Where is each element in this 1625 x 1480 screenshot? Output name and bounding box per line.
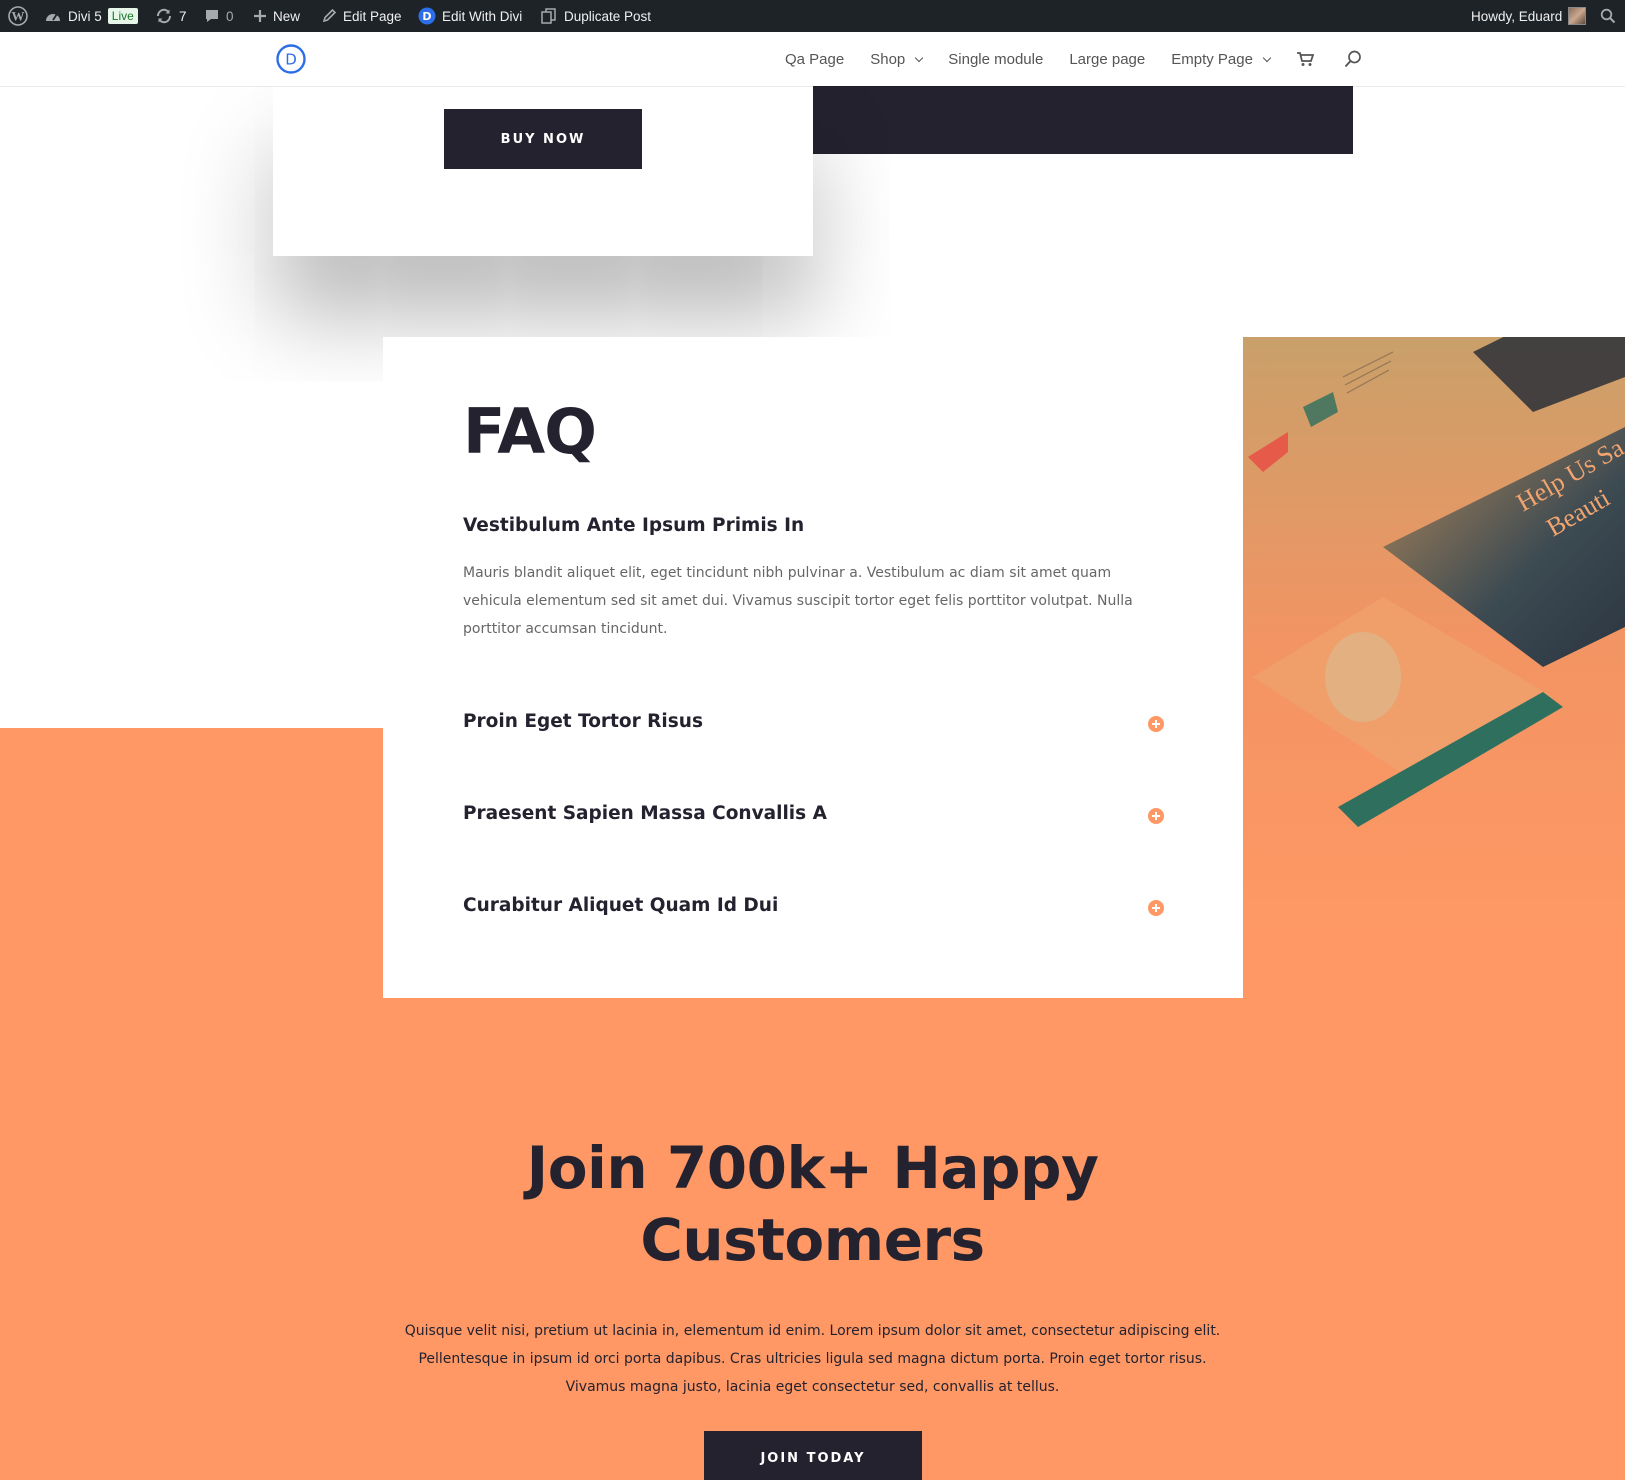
logo-letter: D xyxy=(285,51,297,69)
nav-item-empty-page[interactable]: Empty Page xyxy=(1171,50,1272,68)
cart-icon[interactable] xyxy=(1296,51,1314,67)
edit-page-link[interactable]: Edit Page xyxy=(321,0,402,32)
nav-item-shop[interactable]: Shop xyxy=(870,50,924,68)
site-header: D Qa Page Shop Single module Large page … xyxy=(0,32,1625,86)
toggle-plus-icon[interactable] xyxy=(1148,900,1164,916)
comments-menu[interactable]: 0 xyxy=(204,0,234,32)
faq-question[interactable]: Curabitur Aliquet Quam Id Dui xyxy=(463,895,778,916)
duplicate-post-label: Duplicate Post xyxy=(564,8,652,24)
svg-text:W: W xyxy=(12,9,25,24)
toggle-plus-icon[interactable] xyxy=(1148,808,1164,824)
nav-label: Large page xyxy=(1069,50,1146,68)
search-icon xyxy=(1600,8,1616,24)
updates-count: 7 xyxy=(179,8,187,24)
new-content-menu[interactable]: New xyxy=(253,0,300,32)
wordpress-icon: W xyxy=(8,6,28,26)
wordpress-menu[interactable]: W xyxy=(8,0,28,32)
wp-admin-bar: W Divi 5 Live 7 0 New Edit Page D Edit W… xyxy=(0,0,1625,32)
pencil-icon xyxy=(321,8,337,24)
site-name-menu[interactable]: Divi 5 Live xyxy=(44,0,138,32)
search-icon[interactable] xyxy=(1344,50,1362,68)
join-today-button[interactable]: JOIN TODAY xyxy=(704,1431,922,1480)
faq-title: FAQ xyxy=(463,395,597,468)
chevron-down-icon xyxy=(915,53,924,62)
duplicate-icon xyxy=(540,7,558,25)
comments-icon xyxy=(204,8,220,24)
divi-logo-icon: D xyxy=(418,7,436,25)
admin-search[interactable] xyxy=(1600,0,1616,32)
updates-icon xyxy=(155,7,173,25)
my-account-menu[interactable]: Howdy, Eduard xyxy=(1471,0,1587,32)
avatar xyxy=(1568,7,1587,25)
buy-now-button[interactable]: BUY NOW xyxy=(444,109,642,169)
cta-title: Join 700k+ Happy Customers xyxy=(0,1132,1625,1276)
svg-text:D: D xyxy=(422,10,431,23)
promo-image: Help Us Sa Beauti xyxy=(1243,337,1625,937)
chevron-down-icon xyxy=(1262,53,1272,62)
dark-pricing-block xyxy=(813,86,1353,154)
edit-with-divi-label: Edit With Divi xyxy=(442,8,523,24)
new-label: New xyxy=(273,8,301,24)
nav-label: Shop xyxy=(870,50,906,68)
nav-item-single-module[interactable]: Single module xyxy=(948,51,1043,68)
site-name: Divi 5 xyxy=(68,8,102,24)
nav-label: Empty Page xyxy=(1171,50,1253,68)
plus-icon xyxy=(253,9,267,23)
faq-card: FAQ Vestibulum Ante Ipsum Primis In Maur… xyxy=(383,337,1243,998)
cta-text: Quisque velit nisi, pretium ut lacinia i… xyxy=(404,1323,1221,1395)
duplicate-post-link[interactable]: Duplicate Post xyxy=(540,0,651,32)
howdy-label: Howdy, Eduard xyxy=(1471,8,1563,24)
faq-question-open[interactable]: Vestibulum Ante Ipsum Primis In xyxy=(463,515,804,536)
site-logo[interactable]: D xyxy=(276,44,306,74)
nav-label: Single module xyxy=(948,50,1044,68)
comments-count: 0 xyxy=(226,8,234,24)
updates-menu[interactable]: 7 xyxy=(155,0,187,32)
faq-answer: Mauris blandit aliquet elit, eget tincid… xyxy=(463,565,1133,637)
cta-title-line2: Customers xyxy=(640,1206,985,1274)
nav-label: Qa Page xyxy=(785,50,845,68)
nav-item-qa-page[interactable]: Qa Page xyxy=(785,51,844,68)
faq-question[interactable]: Proin Eget Tortor Risus xyxy=(463,711,703,732)
pricing-card: BUY NOW xyxy=(273,86,813,256)
dashboard-icon xyxy=(44,8,62,24)
edit-page-label: Edit Page xyxy=(343,8,402,24)
cta-title-line1: Join 700k+ Happy xyxy=(526,1134,1099,1202)
live-badge: Live xyxy=(107,8,138,24)
faq-question[interactable]: Praesent Sapien Massa Convallis A xyxy=(463,803,827,824)
edit-with-divi-link[interactable]: D Edit With Divi xyxy=(418,0,522,32)
main-nav: Qa Page Shop Single module Large page Em… xyxy=(785,32,1392,86)
toggle-plus-icon[interactable] xyxy=(1148,716,1164,732)
nav-item-large-page[interactable]: Large page xyxy=(1069,51,1145,68)
